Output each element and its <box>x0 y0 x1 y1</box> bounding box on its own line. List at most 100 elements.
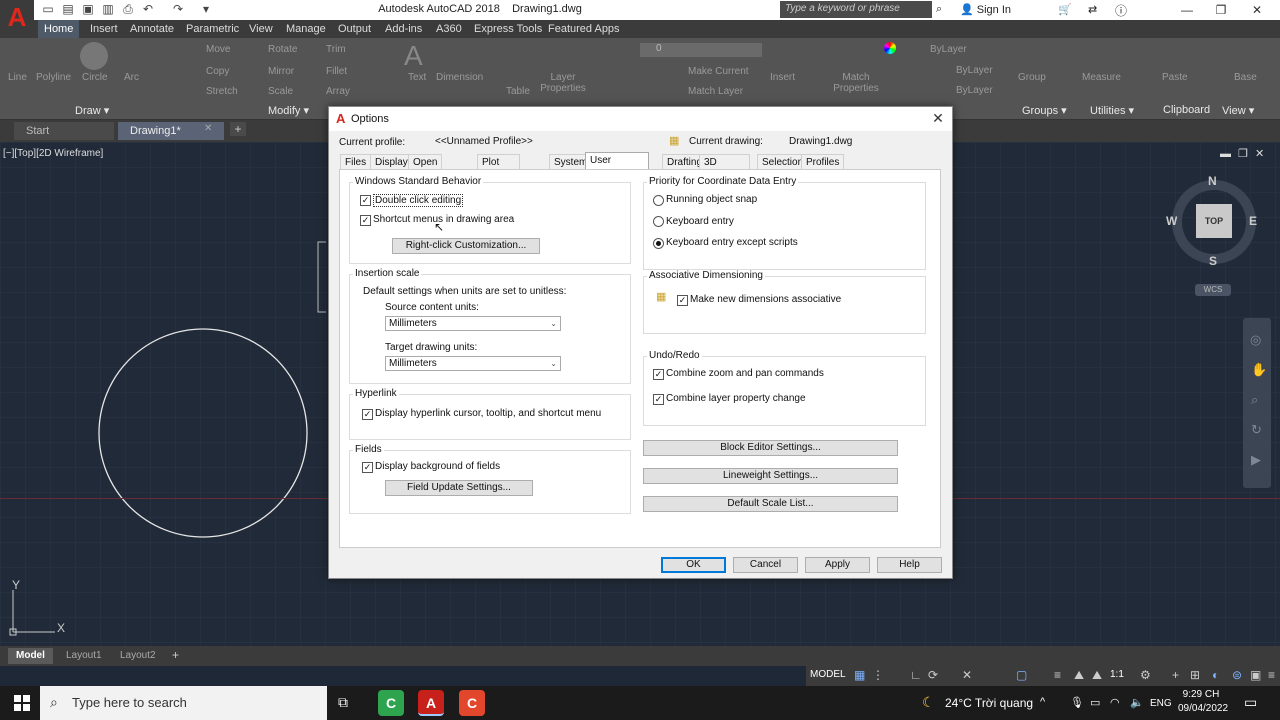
compass-south[interactable]: S <box>1209 254 1217 268</box>
sign-in-button[interactable]: 👤 Sign In <box>960 3 1011 16</box>
undo-icon[interactable]: ↶ <box>140 2 156 16</box>
groups-panel-title[interactable]: Groups ▾ <box>1022 104 1067 117</box>
mirror-tool[interactable]: Mirror <box>268 66 294 77</box>
base-tool[interactable]: Base <box>1234 72 1257 83</box>
rotate-tool[interactable]: Rotate <box>268 44 297 55</box>
layer-properties-tool[interactable]: Layer Properties <box>540 72 586 94</box>
tab-files[interactable]: Files <box>340 154 372 169</box>
help-search-input[interactable]: Type a keyword or phrase <box>780 1 932 18</box>
camtasia-app-icon[interactable]: C <box>378 690 404 716</box>
ok-button[interactable]: OK <box>661 557 726 573</box>
running-snap-radio[interactable] <box>653 195 664 206</box>
wifi-icon[interactable]: ◠ <box>1110 696 1120 709</box>
model-space-button[interactable]: MODEL <box>810 669 846 680</box>
tab-add-ins[interactable]: Add-ins <box>379 20 428 38</box>
start-tab[interactable]: Start <box>14 122 114 140</box>
modify-panel-title[interactable]: Modify ▾ <box>268 104 309 117</box>
target-units-select[interactable]: Millimeters ⌄ <box>385 356 561 371</box>
taskbar-search-box[interactable]: ⌕ Type here to search <box>40 686 327 720</box>
utilities-panel-title[interactable]: Utilities ▾ <box>1090 104 1134 117</box>
tab-output[interactable]: Output <box>332 20 377 38</box>
tab-plot-and-publish[interactable]: Plot and Publish <box>477 154 520 198</box>
workspace-gear-icon[interactable]: ⚙ <box>1140 668 1151 682</box>
fillet-tool[interactable]: Fillet <box>326 66 347 77</box>
hyperlink-label[interactable]: Display hyperlink cursor, tooltip, and s… <box>375 408 601 419</box>
insert-tool[interactable]: Insert <box>770 72 795 83</box>
exchange-icon[interactable]: ⇄ <box>1088 3 1097 16</box>
grid-icon[interactable]: ▦ <box>854 668 865 682</box>
isodraft-icon[interactable]: ✕ <box>962 668 972 682</box>
tab-user-preferences[interactable]: User Preferences <box>585 152 649 181</box>
color-wheel-icon[interactable] <box>884 42 896 54</box>
layer-dropdown[interactable]: 0 <box>640 43 762 57</box>
annotation-scale[interactable]: 1:1 <box>1110 669 1124 680</box>
text-tool[interactable]: Text <box>408 72 426 83</box>
right-click-customization-button[interactable]: Right-click Customization... <box>392 238 540 254</box>
tray-overflow-icon[interactable]: ^ <box>1040 696 1045 708</box>
lineweight-icon[interactable]: ≡ <box>1054 668 1061 682</box>
stretch-tool[interactable]: Stretch <box>206 86 238 97</box>
linetype-bylayer[interactable]: ByLayer <box>956 65 993 76</box>
tab-insert[interactable]: Insert <box>84 20 124 38</box>
block-editor-settings-button[interactable]: Block Editor Settings... <box>643 440 898 456</box>
paste-tool[interactable]: Paste <box>1162 72 1188 83</box>
apply-button[interactable]: Apply <box>805 557 870 573</box>
keyboard-entry-label[interactable]: Keyboard entry <box>666 216 734 227</box>
snap-icon[interactable]: ⋮ <box>872 668 884 682</box>
default-scale-list-button[interactable]: Default Scale List... <box>643 496 898 512</box>
assoc-dim-label[interactable]: Make new dimensions associative <box>690 294 841 305</box>
lineweight-bylayer[interactable]: ByLayer <box>956 85 993 96</box>
tab-display[interactable]: Display <box>370 154 413 169</box>
viewcube-top-face[interactable]: TOP <box>1196 204 1232 238</box>
new-tab-icon[interactable]: + <box>230 122 246 136</box>
double-click-checkbox[interactable]: ✓ <box>360 195 371 206</box>
restore-button[interactable]: ❐ <box>1204 0 1238 20</box>
tab-open-and-save[interactable]: Open and Save <box>408 154 443 198</box>
polyline-tool[interactable]: Polyline <box>36 72 71 83</box>
steering-wheel-icon[interactable]: ◎ <box>1250 332 1261 348</box>
viewport-close-icon[interactable]: ✕ <box>1255 147 1264 160</box>
tab-profiles[interactable]: Profiles <box>801 154 845 169</box>
keyboard-except-label[interactable]: Keyboard entry except scripts <box>666 237 798 248</box>
viewport-restore-icon[interactable]: ❐ <box>1238 147 1248 160</box>
moon-weather-icon[interactable]: ☾ <box>922 694 935 711</box>
osnap-icon[interactable]: ▢ <box>1016 668 1027 682</box>
tab-3d-modeling[interactable]: 3D Modeling <box>699 154 750 183</box>
clipboard-panel-title[interactable]: Clipboard <box>1163 104 1210 116</box>
double-click-label[interactable]: Double click editing <box>373 194 464 207</box>
cancel-button[interactable]: Cancel <box>733 557 798 573</box>
battery-icon[interactable]: ▭ <box>1090 696 1100 709</box>
view-panel-title[interactable]: View ▾ <box>1222 104 1254 117</box>
lineweight-settings-button[interactable]: Lineweight Settings... <box>643 468 898 484</box>
tab-parametric[interactable]: Parametric <box>180 20 245 38</box>
print-icon[interactable]: ⎙ <box>120 2 136 16</box>
tab-home[interactable]: Home <box>38 20 80 38</box>
keyboard-entry-radio[interactable] <box>653 216 664 227</box>
plus-icon[interactable]: + <box>1172 668 1179 682</box>
compass-north[interactable]: N <box>1208 174 1217 188</box>
polar-icon[interactable]: ⟳ <box>928 668 938 682</box>
model-tab[interactable]: Model <box>8 648 53 664</box>
copy-tool[interactable]: Copy <box>206 66 229 77</box>
fields-background-checkbox[interactable]: ✓ <box>362 462 373 473</box>
color-bylayer[interactable]: ByLayer <box>930 44 967 55</box>
compass-east[interactable]: E <box>1249 214 1257 228</box>
combine-zoom-checkbox[interactable]: ✓ <box>653 369 664 380</box>
customize-icon[interactable]: ≡ <box>1268 668 1275 682</box>
source-units-select[interactable]: Millimeters ⌄ <box>385 316 561 331</box>
hardware-accel-icon[interactable]: ⊞ <box>1190 668 1200 682</box>
tab-featured-apps[interactable]: Featured Apps <box>542 20 626 38</box>
dimension-tool[interactable]: Dimension <box>436 72 483 83</box>
combine-layer-checkbox[interactable]: ✓ <box>653 394 664 405</box>
autocad-taskbar-icon[interactable]: A <box>418 690 444 716</box>
group-tool[interactable]: Group <box>1018 72 1046 83</box>
qat-dropdown-icon[interactable]: ▾ <box>198 2 214 16</box>
save-as-icon[interactable]: ▥ <box>100 2 116 16</box>
layout1-tab[interactable]: Layout1 <box>58 648 110 664</box>
combine-layer-label[interactable]: Combine layer property change <box>666 393 806 404</box>
camtasia-recorder-icon[interactable]: C <box>459 690 485 716</box>
circle-tool[interactable]: Circle <box>82 72 108 83</box>
move-tool[interactable]: Move <box>206 44 230 55</box>
viewport-minimize-icon[interactable]: ▬ <box>1220 148 1231 160</box>
tab-annotate[interactable]: Annotate <box>124 20 180 38</box>
